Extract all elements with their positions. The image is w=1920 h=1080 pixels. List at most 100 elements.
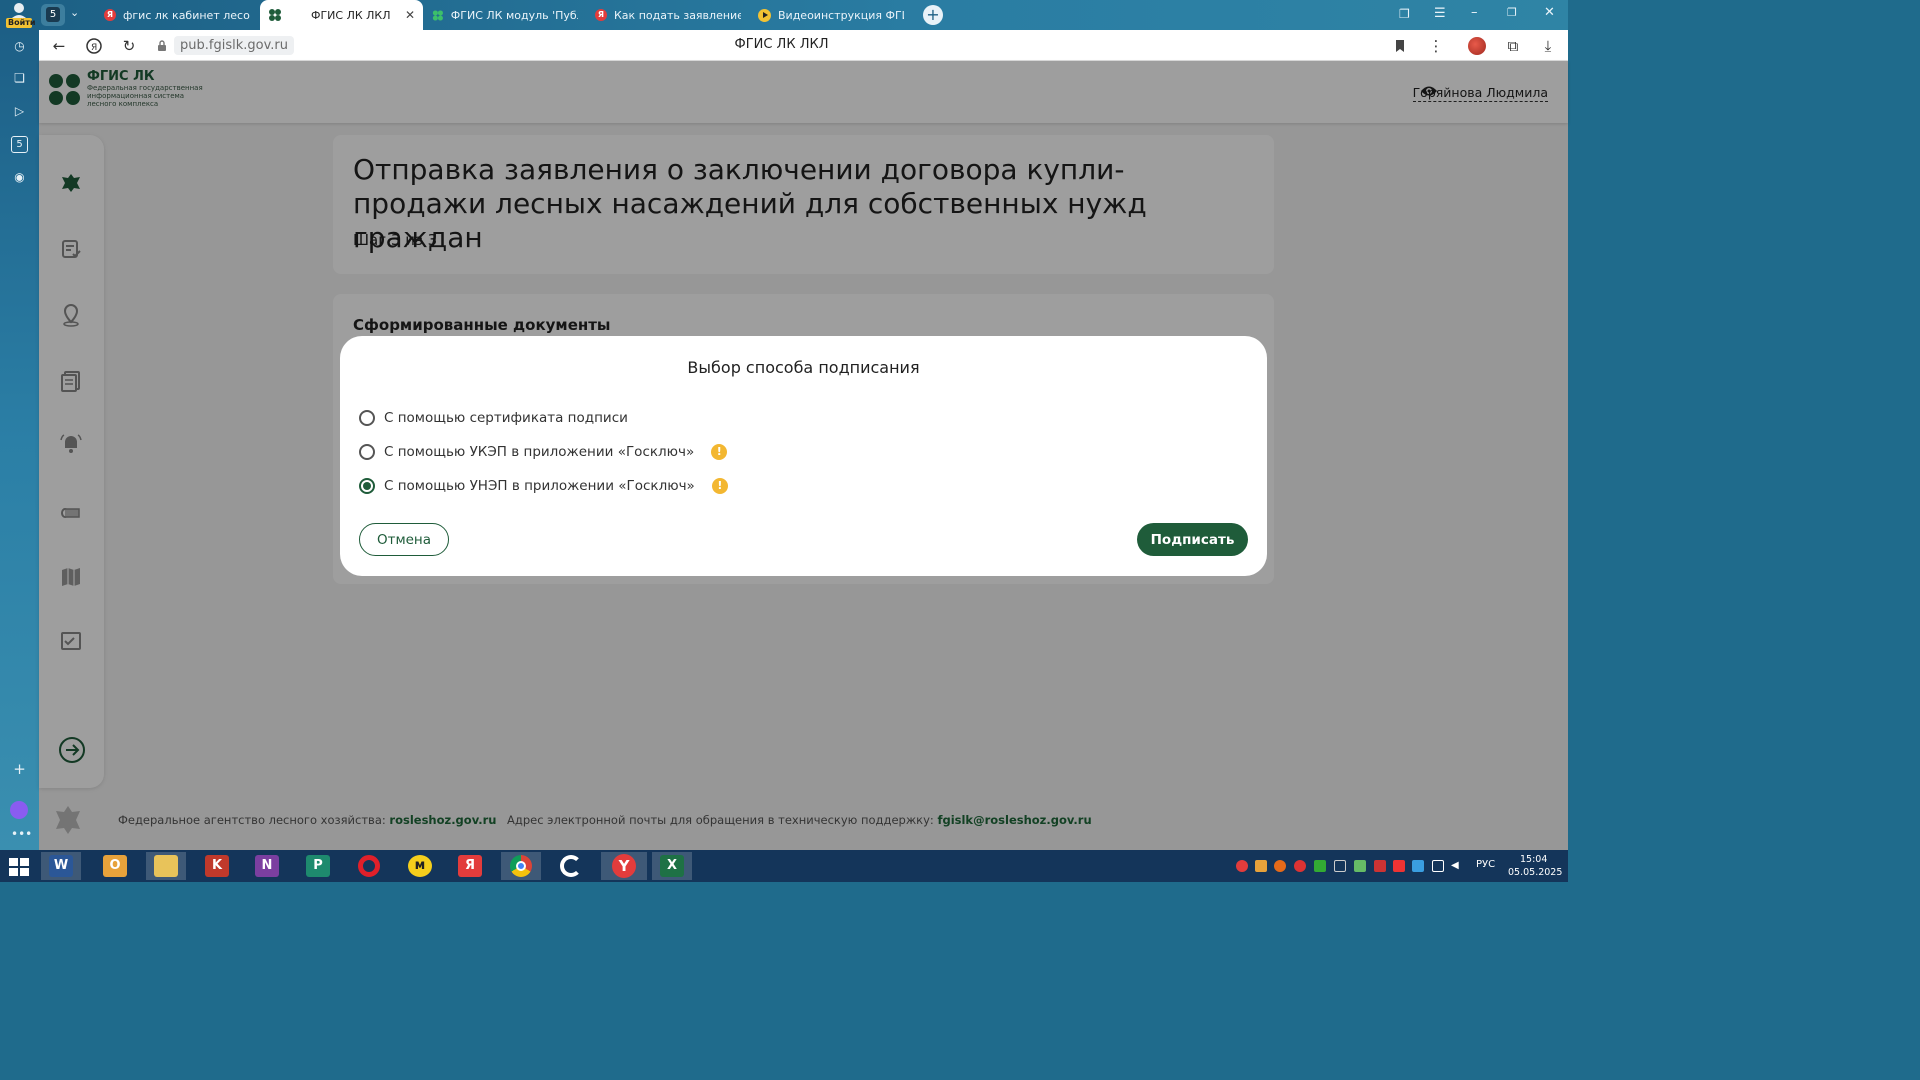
- tray-app-icon[interactable]: [1274, 860, 1286, 872]
- more-icon[interactable]: •••: [11, 826, 32, 843]
- option-label[interactable]: С помощью сертификата подписи: [384, 410, 628, 426]
- option-ukep-goskey[interactable]: С помощью УКЭП в приложении «Госключ» !: [359, 444, 728, 460]
- word-app[interactable]: W: [41, 852, 81, 880]
- option-unep-goskey[interactable]: С помощью УНЭП в приложении «Госключ» !: [359, 478, 728, 494]
- kaspersky-app[interactable]: K: [197, 852, 237, 880]
- radio-button-selected[interactable]: [359, 478, 375, 494]
- new-tab-button[interactable]: +: [923, 5, 943, 25]
- alice-icon[interactable]: [10, 801, 28, 819]
- tab-title: ФГИС ЛК модуль 'Публи: [450, 8, 578, 22]
- tab-counter: 5: [46, 7, 60, 22]
- tray-app-icon[interactable]: [1314, 860, 1326, 872]
- volume-icon[interactable]: ◀: [1451, 860, 1463, 872]
- close-icon[interactable]: ✕: [405, 8, 415, 22]
- yandex-music-icon: м: [408, 855, 432, 877]
- tab-counter-button[interactable]: 5: [41, 4, 65, 26]
- chevron-down-icon[interactable]: ⌄: [70, 6, 79, 19]
- play-icon[interactable]: ▷: [11, 103, 28, 120]
- browser-side-rail: ◷ ❏ ▷ 5 ◉ + •••: [0, 30, 39, 850]
- yandex-home-icon[interactable]: Я: [85, 37, 103, 55]
- chrome-app[interactable]: [501, 852, 541, 880]
- restore-icon[interactable]: ❐: [1507, 6, 1517, 19]
- folder-icon: [154, 855, 178, 877]
- bookmark-icon[interactable]: [1391, 37, 1409, 55]
- tab-title: ФГИС ЛК ЛКЛ: [311, 8, 391, 22]
- cancel-button[interactable]: Отмена: [359, 523, 449, 556]
- publisher-icon: P: [306, 855, 330, 877]
- screenshot-icon[interactable]: ◉: [11, 169, 28, 186]
- outlook-app[interactable]: O: [95, 852, 135, 880]
- ccleaner-icon: [560, 855, 582, 877]
- collections-icon[interactable]: ⧉: [1504, 37, 1522, 55]
- yandex-icon: Я: [458, 855, 482, 877]
- tray-app-icon[interactable]: [1294, 860, 1306, 872]
- fgis-icon: [269, 9, 281, 21]
- warning-icon[interactable]: !: [711, 444, 728, 460]
- add-panel-icon[interactable]: +: [11, 761, 28, 778]
- bookmarks-icon[interactable]: ❐: [1399, 7, 1410, 21]
- tray-app-icon[interactable]: [1255, 860, 1267, 872]
- opera-app[interactable]: [349, 852, 389, 880]
- word-icon: W: [49, 855, 73, 877]
- address-bar: ← Я ↻ pub.fgislk.gov.ru ФГИС ЛК ЛКЛ ⋮ ⧉ …: [39, 30, 1568, 61]
- language-indicator[interactable]: РУС: [1476, 859, 1495, 870]
- option-certificate[interactable]: С помощью сертификата подписи: [359, 410, 628, 426]
- onenote-app[interactable]: N: [247, 852, 287, 880]
- collections-icon[interactable]: ❏: [11, 70, 28, 87]
- taskbar: W O K N P м Я Y X ◀ РУС 15:04 05.05.2025: [0, 850, 1568, 882]
- option-label[interactable]: С помощью УКЭП в приложении «Госключ»: [384, 444, 694, 460]
- kaspersky-icon: K: [205, 855, 229, 877]
- yandex-tray-icon[interactable]: [1236, 860, 1248, 872]
- yandex-browser-icon: Y: [612, 854, 636, 878]
- yandex-browser-app[interactable]: Y: [601, 852, 647, 880]
- tab-0[interactable]: Я фгис лк кабинет лесопол: [96, 0, 258, 30]
- explorer-app[interactable]: [146, 852, 186, 880]
- tab-1-active[interactable]: ФГИС ЛК ЛКЛ ✕: [260, 0, 423, 30]
- yandex-icon: Я: [595, 9, 607, 21]
- tab-title: фгис лк кабинет лесопол: [123, 8, 250, 22]
- warning-icon[interactable]: !: [711, 478, 728, 494]
- excel-app[interactable]: X: [652, 852, 692, 880]
- tab-4[interactable]: Видеоинструкция ФГИС: [750, 0, 912, 30]
- download-icon[interactable]: ⤓: [1539, 37, 1557, 55]
- tab-2[interactable]: ФГИС ЛК модуль 'Публи: [424, 0, 586, 30]
- tab-title: Как подать заявление на: [614, 8, 741, 22]
- lock-icon: [157, 40, 167, 51]
- yandex-music-app[interactable]: м: [400, 852, 440, 880]
- sign-method-dialog: Выбор способа подписания С помощью серти…: [340, 336, 1267, 576]
- tray-app-icon[interactable]: [1393, 860, 1405, 872]
- url-host[interactable]: pub.fgislk.gov.ru: [174, 36, 294, 55]
- address-page-title[interactable]: ФГИС ЛК ЛКЛ: [679, 37, 884, 52]
- counter-icon[interactable]: 5: [11, 136, 28, 153]
- ccleaner-app[interactable]: [551, 852, 591, 880]
- tab-title: Видеоинструкция ФГИС: [778, 8, 904, 22]
- extension-icon[interactable]: [1468, 37, 1486, 55]
- close-window-icon[interactable]: ✕: [1544, 5, 1555, 20]
- clock-time[interactable]: 15:04: [1520, 854, 1547, 865]
- radio-button[interactable]: [359, 410, 375, 426]
- back-icon[interactable]: ←: [50, 37, 68, 55]
- radio-button[interactable]: [359, 444, 375, 460]
- kebab-menu-icon[interactable]: ⋮: [1427, 37, 1445, 55]
- excel-icon: X: [660, 855, 684, 877]
- menu-icon[interactable]: ☰: [1434, 6, 1446, 21]
- windows-start-icon[interactable]: [9, 858, 29, 876]
- browser-tab-strip: Войти 5 ⌄ Я фгис лк кабинет лесопол ФГИС…: [0, 0, 1568, 30]
- option-label[interactable]: С помощью УНЭП в приложении «Госключ»: [384, 478, 695, 494]
- tray-app-icon[interactable]: [1334, 860, 1346, 872]
- publisher-app[interactable]: P: [298, 852, 338, 880]
- sign-button[interactable]: Подписать: [1137, 523, 1248, 556]
- dialog-title: Выбор способа подписания: [687, 358, 920, 377]
- tab-3[interactable]: Я Как подать заявление на: [587, 0, 749, 30]
- tray-app-icon[interactable]: [1412, 860, 1424, 872]
- clock-date[interactable]: 05.05.2025: [1508, 867, 1562, 878]
- yandex-app[interactable]: Я: [450, 852, 490, 880]
- history-icon[interactable]: ◷: [11, 38, 28, 55]
- profile-avatar[interactable]: Войти: [3, 1, 35, 29]
- tray-app-icon[interactable]: [1374, 860, 1386, 872]
- minimize-icon[interactable]: –: [1471, 5, 1478, 20]
- reload-icon[interactable]: ↻: [120, 37, 138, 55]
- tray-app-icon[interactable]: [1354, 860, 1366, 872]
- network-icon[interactable]: [1432, 860, 1444, 872]
- login-label[interactable]: Войти: [8, 18, 35, 27]
